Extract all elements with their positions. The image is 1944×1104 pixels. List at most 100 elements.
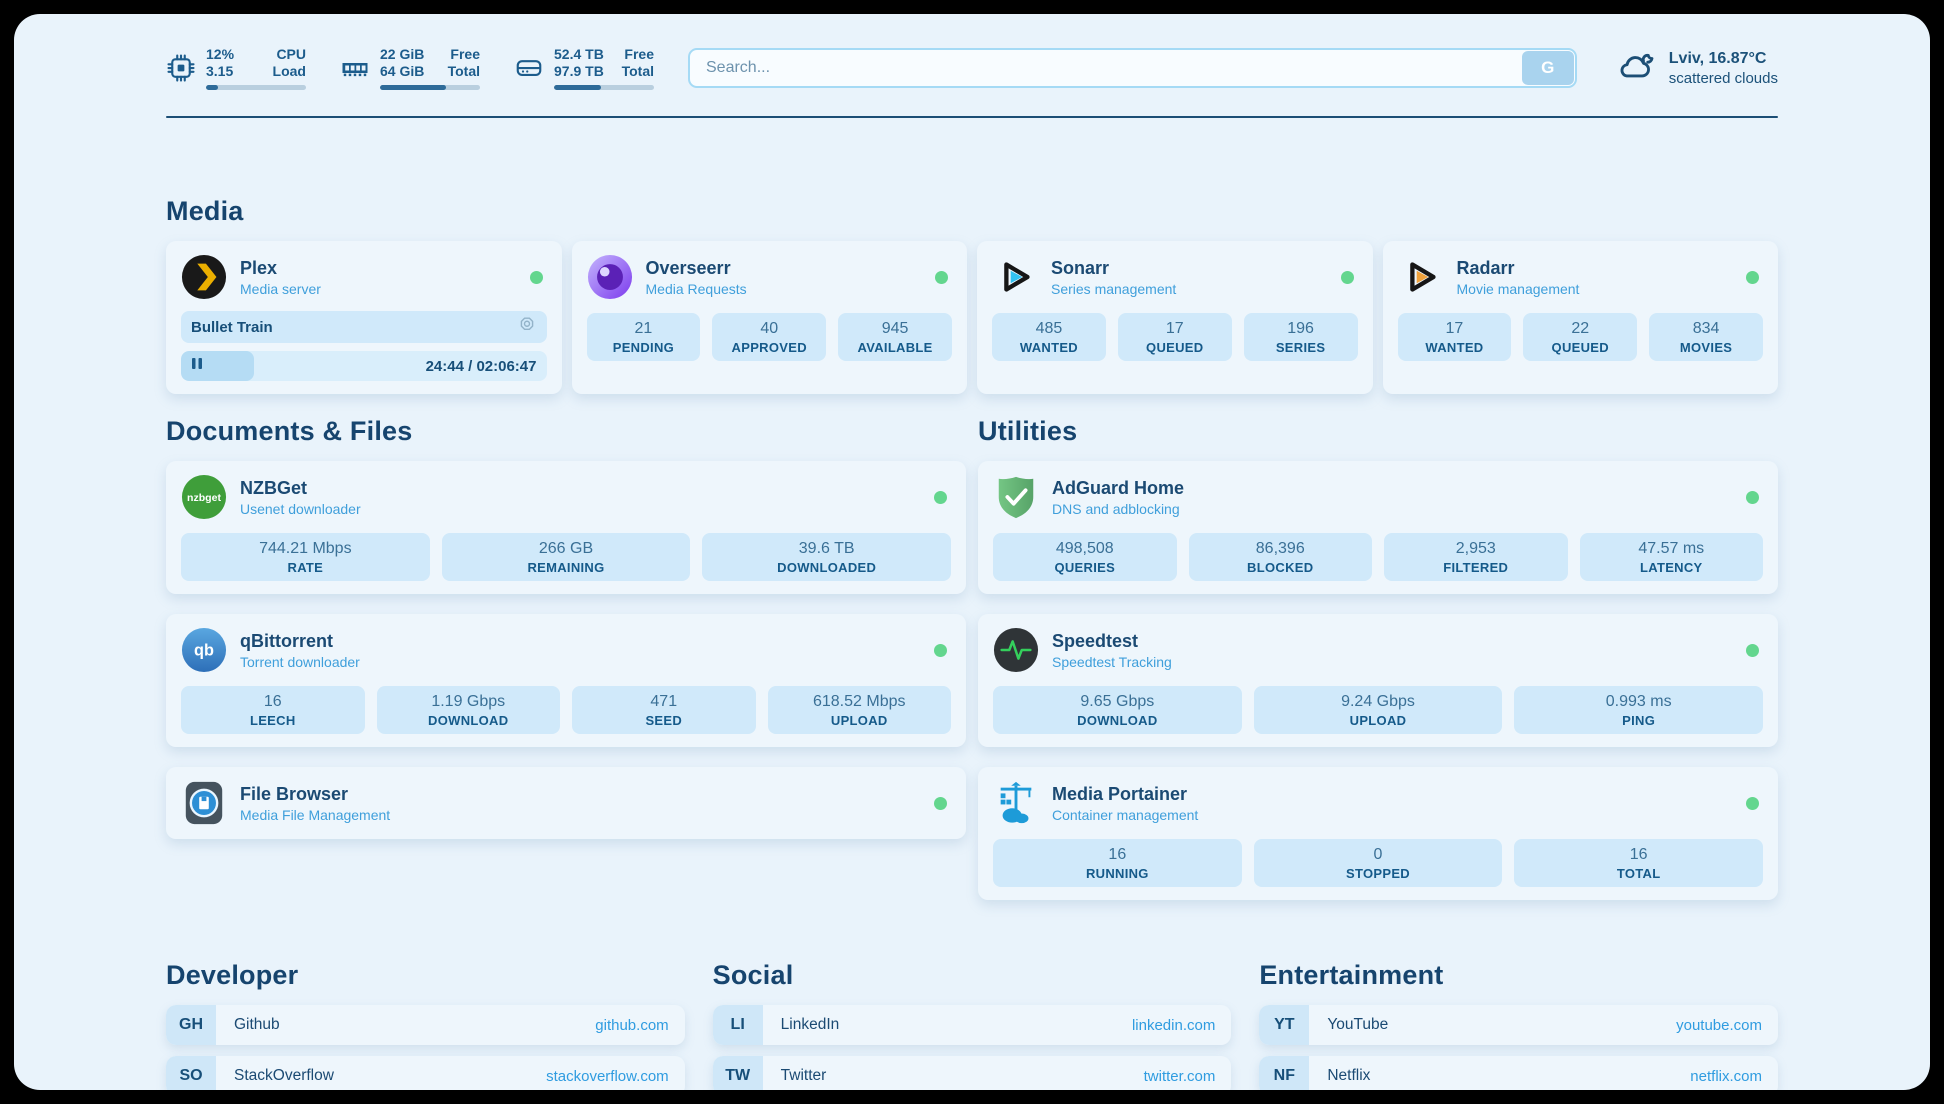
app-card-filebrowser[interactable]: File Browser Media File Management bbox=[166, 767, 966, 839]
disk-progress-track bbox=[554, 85, 654, 90]
sonarr-stat-series: 196 SERIES bbox=[1244, 313, 1358, 361]
search-input[interactable] bbox=[688, 48, 1577, 88]
linkedin-name: LinkedIn bbox=[781, 1016, 1132, 1034]
nzbget-stat-remaining: 266 GB REMAINING bbox=[442, 533, 691, 581]
stackoverflow-name: StackOverflow bbox=[234, 1067, 546, 1085]
section-media: Media Plex Media server bbox=[166, 196, 1778, 394]
app-card-adguard[interactable]: AdGuard Home DNS and adblocking 498,508 … bbox=[978, 461, 1778, 594]
speedtest-stat-upload: 9.24 Gbps UPLOAD bbox=[1254, 686, 1503, 734]
github-url: github.com bbox=[595, 1017, 668, 1034]
ram-stat: 22 GiB Free 64 GiB Total bbox=[340, 46, 480, 90]
youtube-name: YouTube bbox=[1327, 1016, 1676, 1034]
nzbget-icon: nzbget bbox=[181, 474, 227, 520]
radarr-status-dot bbox=[1746, 271, 1759, 284]
netflix-url: netflix.com bbox=[1690, 1068, 1762, 1085]
bookmark-linkedin[interactable]: LI LinkedIn linkedin.com bbox=[713, 1005, 1232, 1045]
portainer-title: Media Portainer bbox=[1052, 783, 1733, 806]
portainer-stat-stopped: 0 STOPPED bbox=[1254, 839, 1503, 887]
qbittorrent-status-dot bbox=[934, 644, 947, 657]
disk-label-bottom: Total bbox=[622, 63, 654, 80]
disk-free-value: 52.4 TB bbox=[554, 46, 604, 63]
disk-label-top: Free bbox=[624, 46, 654, 63]
twitter-name: Twitter bbox=[781, 1067, 1144, 1085]
adguard-stat-latency: 47.57 ms LATENCY bbox=[1580, 533, 1764, 581]
weather-widget: Lviv, 16.87°C scattered clouds bbox=[1615, 49, 1778, 88]
nzbget-subtitle: Usenet downloader bbox=[240, 500, 921, 518]
bookmark-netflix[interactable]: NF Netflix netflix.com bbox=[1259, 1056, 1778, 1090]
app-card-sonarr[interactable]: Sonarr Series management 485 WANTED 17 Q… bbox=[977, 241, 1373, 394]
adguard-status-dot bbox=[1746, 491, 1759, 504]
svg-text:qb: qb bbox=[194, 642, 214, 660]
radarr-icon bbox=[1398, 254, 1444, 300]
gear-icon[interactable] bbox=[517, 315, 537, 340]
disk-progress-fill bbox=[554, 85, 601, 90]
filebrowser-subtitle: Media File Management bbox=[240, 806, 921, 824]
portainer-stat-running: 16 RUNNING bbox=[993, 839, 1242, 887]
adguard-stat-queries: 498,508 QUERIES bbox=[993, 533, 1177, 581]
twitter-url: twitter.com bbox=[1144, 1068, 1216, 1085]
app-card-speedtest[interactable]: Speedtest Speedtest Tracking 9.65 Gbps D… bbox=[978, 614, 1778, 747]
speedtest-title: Speedtest bbox=[1052, 630, 1733, 653]
system-stats: 12% CPU 3.15 Load bbox=[166, 46, 654, 90]
ram-progress-fill bbox=[380, 85, 446, 90]
search-engine-button[interactable]: G bbox=[1522, 51, 1574, 85]
disk-total-value: 97.9 TB bbox=[554, 63, 604, 80]
qbittorrent-stat-download: 1.19 Gbps DOWNLOAD bbox=[377, 686, 561, 734]
ram-progress-track bbox=[380, 85, 480, 90]
nzbget-stat-downloaded: 39.6 TB DOWNLOADED bbox=[702, 533, 951, 581]
qbittorrent-title: qBittorrent bbox=[240, 630, 921, 653]
cpu-progress-fill bbox=[206, 85, 218, 90]
adguard-stat-filtered: 2,953 FILTERED bbox=[1384, 533, 1568, 581]
cloud-icon bbox=[1615, 49, 1655, 88]
sonarr-stat-queued: 17 QUEUED bbox=[1118, 313, 1232, 361]
dashboard-page: 12% CPU 3.15 Load bbox=[14, 14, 1930, 1090]
filebrowser-status-dot bbox=[934, 797, 947, 810]
cpu-progress-track bbox=[206, 85, 306, 90]
filebrowser-title: File Browser bbox=[240, 783, 921, 806]
cpu-load-value: 3.15 bbox=[206, 63, 233, 80]
bookmark-github[interactable]: GH Github github.com bbox=[166, 1005, 685, 1045]
section-developer: Developer GH Github github.com SO StackO… bbox=[166, 960, 685, 1090]
stackoverflow-url: stackoverflow.com bbox=[546, 1068, 669, 1085]
portainer-status-dot bbox=[1746, 797, 1759, 810]
adguard-icon bbox=[993, 474, 1039, 520]
portainer-stat-total: 16 TOTAL bbox=[1514, 839, 1763, 887]
plex-progress-bar[interactable]: 24:44 / 02:06:47 bbox=[181, 351, 547, 381]
linkedin-abbr-tile: LI bbox=[713, 1005, 763, 1045]
speedtest-stat-ping: 0.993 ms PING bbox=[1514, 686, 1763, 734]
portainer-icon bbox=[993, 780, 1039, 826]
plex-progress-fill bbox=[181, 351, 254, 381]
bookmark-twitter[interactable]: TW Twitter twitter.com bbox=[713, 1056, 1232, 1090]
app-card-nzbget[interactable]: nzbget NZBGet Usenet downloader 744.21 M… bbox=[166, 461, 966, 594]
pause-icon[interactable] bbox=[191, 357, 203, 375]
sonarr-icon bbox=[992, 254, 1038, 300]
overseerr-title: Overseerr bbox=[646, 257, 923, 280]
bookmark-youtube[interactable]: YT YouTube youtube.com bbox=[1259, 1005, 1778, 1045]
speedtest-subtitle: Speedtest Tracking bbox=[1052, 653, 1733, 671]
ram-label-top: Free bbox=[450, 46, 480, 63]
app-card-radarr[interactable]: Radarr Movie management 17 WANTED 22 QUE… bbox=[1383, 241, 1779, 394]
app-card-qbittorrent[interactable]: qb qBittorrent Torrent downloader 16 LEE… bbox=[166, 614, 966, 747]
sonarr-stat-wanted: 485 WANTED bbox=[992, 313, 1106, 361]
speedtest-status-dot bbox=[1746, 644, 1759, 657]
plex-playback-time: 24:44 / 02:06:47 bbox=[426, 351, 537, 381]
app-card-plex[interactable]: Plex Media server Bullet Train bbox=[166, 241, 562, 394]
top-bar: 12% CPU 3.15 Load bbox=[166, 46, 1778, 90]
adguard-subtitle: DNS and adblocking bbox=[1052, 500, 1733, 518]
overseerr-status-dot bbox=[935, 271, 948, 284]
ram-total-value: 64 GiB bbox=[380, 63, 424, 80]
app-card-portainer[interactable]: Media Portainer Container management 16 … bbox=[978, 767, 1778, 900]
bookmark-stackoverflow[interactable]: SO StackOverflow stackoverflow.com bbox=[166, 1056, 685, 1090]
sonarr-title: Sonarr bbox=[1051, 257, 1328, 280]
nzbget-stat-rate: 744.21 Mbps RATE bbox=[181, 533, 430, 581]
app-card-overseerr[interactable]: Overseerr Media Requests 21 PENDING 40 A… bbox=[572, 241, 968, 394]
adguard-stat-blocked: 86,396 BLOCKED bbox=[1189, 533, 1373, 581]
netflix-name: Netflix bbox=[1327, 1067, 1690, 1085]
speedtest-icon bbox=[993, 627, 1039, 673]
portainer-subtitle: Container management bbox=[1052, 806, 1733, 824]
overseerr-stat-available: 945 AVAILABLE bbox=[838, 313, 952, 361]
plex-status-dot bbox=[530, 271, 543, 284]
plex-now-playing-title: Bullet Train bbox=[191, 319, 273, 336]
ram-free-value: 22 GiB bbox=[380, 46, 424, 63]
speedtest-stat-download: 9.65 Gbps DOWNLOAD bbox=[993, 686, 1242, 734]
